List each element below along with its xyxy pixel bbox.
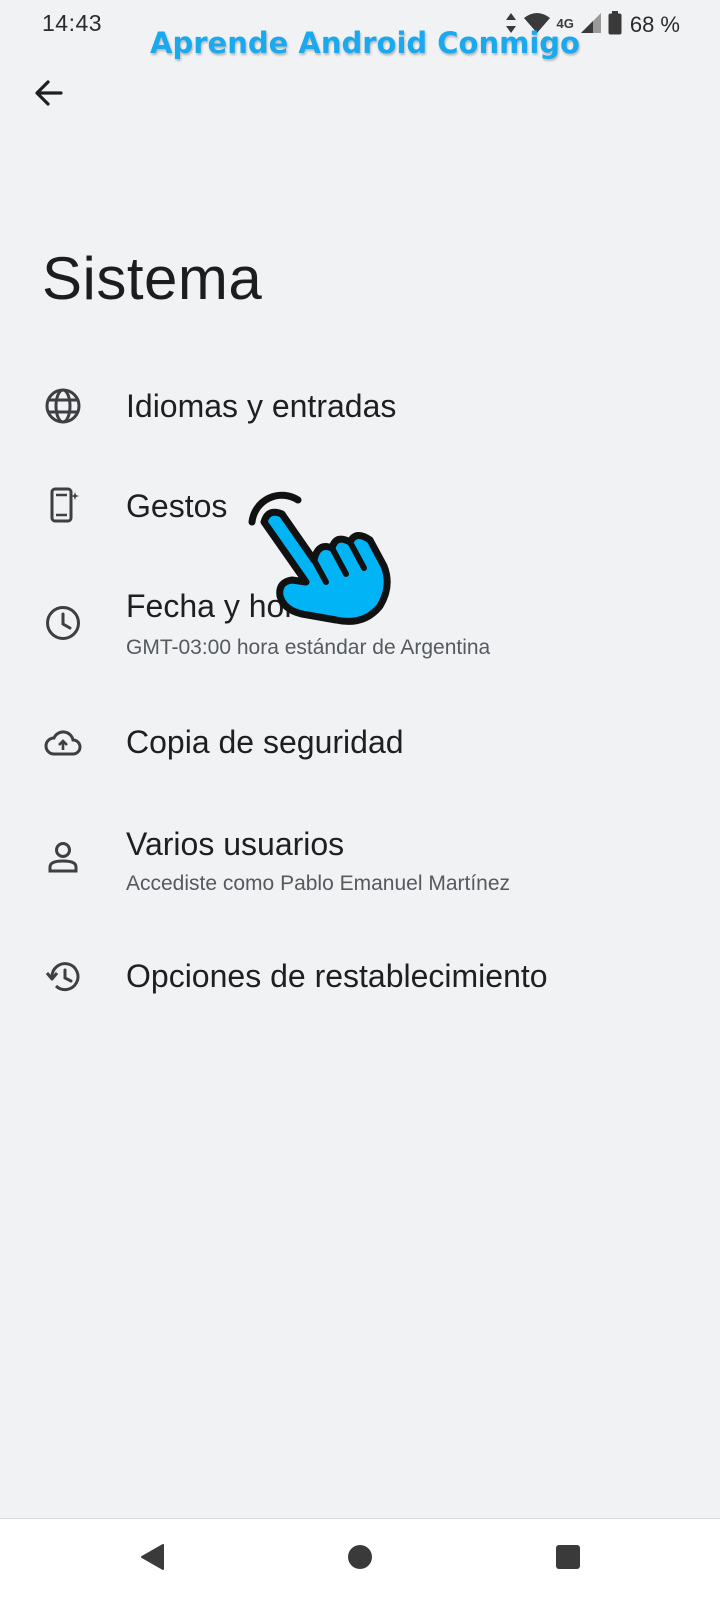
settings-item-title: Varios usuarios <box>126 826 345 862</box>
settings-item-multiple-users[interactable]: Varios usuarios Accediste como Pablo Ema… <box>0 808 720 912</box>
navigation-bar <box>0 1518 720 1600</box>
settings-item-title: Gestos <box>126 488 228 524</box>
settings-item-title: Opciones de restablecimiento <box>126 958 548 994</box>
nav-recents-button[interactable] <box>548 1539 588 1579</box>
settings-item-backup[interactable]: Copia de seguridad <box>0 704 720 792</box>
clock-icon <box>44 604 82 642</box>
nav-recents-square-icon <box>555 1544 581 1575</box>
cloud-upload-icon <box>44 724 82 762</box>
phone-gesture-icon <box>44 486 82 524</box>
watermark-text: Aprende Android Conmigo <box>150 26 580 60</box>
nav-home-button[interactable] <box>340 1539 380 1579</box>
settings-item-subtitle: Accediste como Pablo Emanuel Martínez <box>126 872 511 895</box>
settings-item-title: Copia de seguridad <box>126 724 404 760</box>
pointing-hand-icon <box>232 482 396 632</box>
page-title: Sistema <box>42 245 263 312</box>
nav-back-triangle-icon <box>139 1543 165 1576</box>
settings-item-subtitle: GMT-03:00 hora estándar de Argentina <box>126 636 491 659</box>
settings-item-reset-options[interactable]: Opciones de restablecimiento <box>0 938 720 1026</box>
settings-item-title: Idiomas y entradas <box>126 388 397 424</box>
person-icon <box>44 838 82 876</box>
nav-back-button[interactable] <box>132 1539 172 1579</box>
settings-item-languages[interactable]: Idiomas y entradas <box>0 360 720 452</box>
history-icon <box>44 958 82 996</box>
globe-icon <box>44 387 82 425</box>
back-button[interactable] <box>26 72 72 118</box>
arrow-back-icon <box>33 77 65 114</box>
nav-home-circle-icon <box>347 1544 373 1575</box>
